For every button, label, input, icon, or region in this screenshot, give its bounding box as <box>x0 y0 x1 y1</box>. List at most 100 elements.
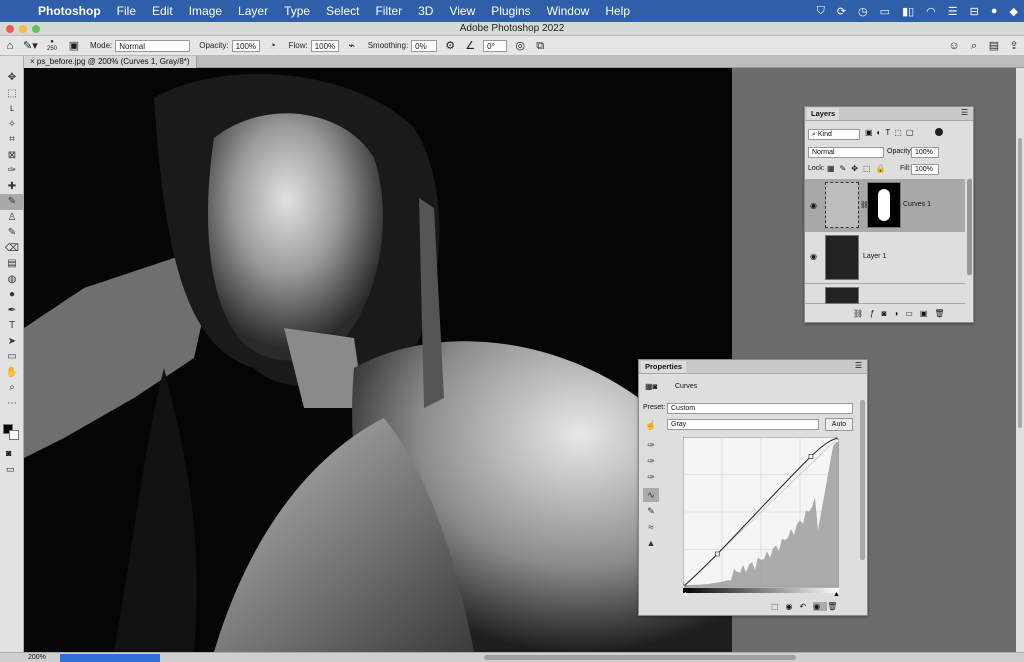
smoothing-field[interactable]: 0% <box>411 40 437 52</box>
background-color-swatch[interactable] <box>9 430 19 440</box>
menu-image[interactable]: Image <box>181 0 230 22</box>
menu-photoshop[interactable]: Photoshop <box>30 0 109 22</box>
curves-adjustment-icon[interactable]: ▦◙ <box>645 382 657 391</box>
sync-icon[interactable]: ⟳ <box>837 5 846 18</box>
path-select-icon[interactable]: ➤ <box>0 334 24 350</box>
menu-help[interactable]: Help <box>597 0 638 22</box>
black-input-slider[interactable]: ▲ <box>833 591 840 598</box>
eyedropper-white-icon[interactable]: ✑ <box>643 470 659 484</box>
timemachine-icon[interactable]: ◷ <box>858 5 868 18</box>
vertical-scroll-thumb[interactable] <box>1018 138 1022 428</box>
properties-scroll-thumb[interactable] <box>860 400 865 560</box>
blur-tool-icon[interactable]: ◍ <box>0 272 24 288</box>
screen-mode-icon[interactable]: ▭ <box>6 464 15 475</box>
horizontal-scroll-thumb[interactable] <box>484 655 796 660</box>
vertical-scrollbar[interactable] <box>1016 68 1024 652</box>
zoom-level[interactable]: 200% <box>28 653 46 662</box>
stamp-tool-icon[interactable]: ♙ <box>0 210 24 226</box>
symmetry-icon[interactable]: ⧉ <box>533 39 547 53</box>
workspace-icon[interactable]: ▤ <box>987 39 1001 53</box>
toolbar-grip[interactable] <box>0 56 23 70</box>
eyedropper-black-icon[interactable]: ✑ <box>643 438 659 452</box>
marquee-tool-icon[interactable]: ⬚ <box>0 86 24 102</box>
document-tab[interactable]: × ps_before.jpg @ 200% (Curves 1, Gray/8… <box>24 56 197 68</box>
layer-row-layer1[interactable]: ◉ Layer 1 <box>805 232 965 284</box>
blend-mode-select[interactable]: Normal <box>808 147 884 158</box>
search-icon[interactable]: ⌕ <box>967 39 981 53</box>
eyedropper-gray-icon[interactable]: ✑ <box>643 454 659 468</box>
properties-footer-icons[interactable]: ⬚◉↶◉🗑 <box>639 598 867 615</box>
menu-3d[interactable]: 3D <box>410 0 441 22</box>
menu-view[interactable]: View <box>441 0 483 22</box>
brush-tool-icon[interactable]: ✎ <box>0 194 24 210</box>
layer-name[interactable]: Curves 1 <box>903 201 931 208</box>
layer-name[interactable]: Layer 1 <box>863 253 886 260</box>
battery-icon[interactable]: ▮▯ <box>902 5 914 18</box>
close-tab-icon[interactable]: × <box>30 57 37 66</box>
pen-tool-icon[interactable]: ✒ <box>0 303 24 319</box>
menu-edit[interactable]: Edit <box>144 0 181 22</box>
pencil-draw-icon[interactable]: ✎ <box>643 504 659 518</box>
fill-field[interactable]: 100% <box>911 164 939 175</box>
home-icon[interactable]: ⌂ <box>3 39 17 53</box>
smooth-curve-icon[interactable]: ≈ <box>643 520 659 534</box>
shield-icon[interactable]: ⛉ <box>817 5 825 18</box>
layers-tab[interactable]: Layers <box>807 108 839 120</box>
dodge-tool-icon[interactable]: ● <box>0 287 24 303</box>
bluetooth-icon[interactable]: ◆ <box>1010 5 1018 18</box>
opacity-field[interactable]: 100% <box>232 40 260 52</box>
eyedropper-tool-icon[interactable]: ✑ <box>0 163 24 179</box>
healing-tool-icon[interactable]: ✚ <box>0 179 24 195</box>
angle-field[interactable]: 0° <box>483 40 507 52</box>
shape-tool-icon[interactable]: ▭ <box>0 349 24 365</box>
menu-select[interactable]: Select <box>318 0 367 22</box>
screen-icon[interactable]: ▭ <box>880 5 890 18</box>
auto-button[interactable]: Auto <box>825 418 853 431</box>
visibility-eye-icon[interactable]: ◉ <box>810 252 817 261</box>
channel-select[interactable]: Gray <box>667 419 819 430</box>
crop-tool-icon[interactable]: ⌗ <box>0 132 24 148</box>
layer-row-background[interactable] <box>805 284 965 304</box>
layers-scroll-thumb[interactable] <box>967 179 972 275</box>
view-previous-icon[interactable]: ◉ <box>813 602 827 611</box>
curves-graph[interactable] <box>683 437 839 594</box>
user-icon[interactable]: ☺ <box>947 39 961 53</box>
gear-icon[interactable]: ⚙ <box>443 39 457 53</box>
pressure-opacity-icon[interactable]: ◔ <box>266 39 280 53</box>
lasso-tool-icon[interactable]: ʟ <box>0 101 24 117</box>
clipping-warning-icon[interactable]: ▲ <box>643 536 659 550</box>
controlcenter-icon[interactable]: ☰ <box>948 5 958 18</box>
brush-size-picker[interactable]: ●250 <box>43 39 61 53</box>
brush-settings-icon[interactable]: ▣ <box>67 39 81 53</box>
brush-preset-icon[interactable]: ✎▾ <box>23 39 37 53</box>
target-adjust-icon[interactable]: ☝ <box>645 420 656 431</box>
frame-tool-icon[interactable]: ⊠ <box>0 148 24 164</box>
type-tool-icon[interactable]: T <box>0 318 24 334</box>
visibility-eye-icon[interactable]: ◉ <box>810 201 817 210</box>
layer-opacity-field[interactable]: 100% <box>911 147 939 158</box>
eraser-tool-icon[interactable]: ⌫ <box>0 241 24 257</box>
zoom-window-button[interactable] <box>32 25 40 33</box>
layer-filter-select[interactable]: ⌕ Kind <box>808 129 860 140</box>
white-input-slider[interactable]: ▲ <box>682 591 689 598</box>
panel-menu-icon[interactable]: ☰ <box>961 108 968 117</box>
panel-menu-icon[interactable]: ☰ <box>855 361 862 370</box>
layers-footer-icons[interactable]: ⛓ƒ◙◑▭▣🗑 <box>805 306 975 322</box>
lock-icons[interactable]: ▦✎✥⬚🔒 <box>827 164 890 173</box>
airbrush-icon[interactable]: ⌁ <box>345 39 359 53</box>
history-brush-icon[interactable]: ✎ <box>0 225 24 241</box>
share-icon[interactable]: ⇪ <box>1007 39 1021 53</box>
curve-control-point[interactable] <box>809 455 813 459</box>
gradient-tool-icon[interactable]: ▤ <box>0 256 24 272</box>
move-tool-icon[interactable]: ✥ <box>0 70 24 86</box>
wifi-icon[interactable]: ◠ <box>926 5 936 18</box>
color-icon[interactable]: ● <box>991 5 998 17</box>
close-window-button[interactable] <box>6 25 14 33</box>
menu-type[interactable]: Type <box>276 0 318 22</box>
curve-control-point[interactable] <box>837 437 839 439</box>
quick-select-tool-icon[interactable]: ✧ <box>0 117 24 133</box>
zoom-tool-icon[interactable]: ⌕ <box>0 380 24 396</box>
minimize-window-button[interactable] <box>19 25 27 33</box>
menu-layer[interactable]: Layer <box>230 0 276 22</box>
layer-row-curves[interactable]: ◉ ⛓ Curves 1 <box>805 179 965 232</box>
